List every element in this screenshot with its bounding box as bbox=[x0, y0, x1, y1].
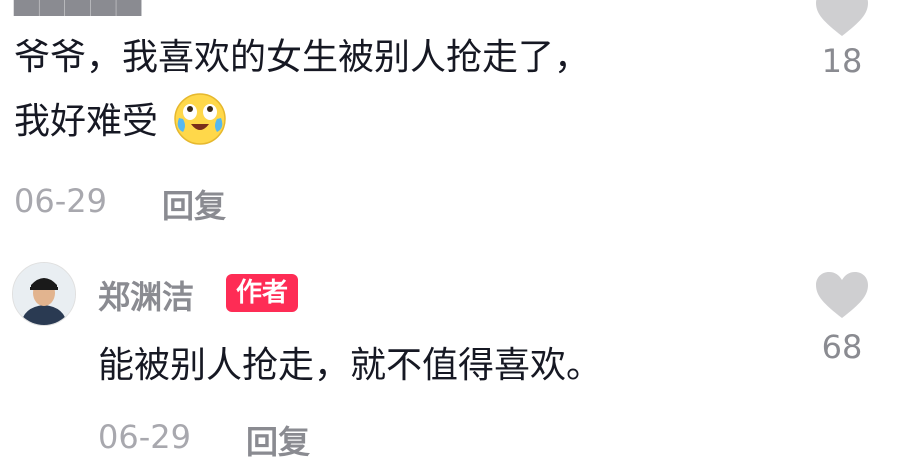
reply-button[interactable]: 回复 bbox=[162, 181, 226, 227]
comment-text-line2-label: 我好难受 bbox=[14, 101, 159, 142]
heart-icon bbox=[814, 270, 870, 320]
author-avatar[interactable] bbox=[12, 262, 76, 326]
like-count: 18 bbox=[821, 42, 863, 80]
comment-item: 爷爷，我喜欢的女生被别人抢走了， 我好难受 06-29 回复 18 bbox=[0, 0, 912, 240]
comment-text-line1: 爷爷，我喜欢的女生被别人抢走了， bbox=[14, 37, 591, 78]
like-button[interactable]: 18 bbox=[802, 0, 882, 98]
reply-date: 06-29 bbox=[98, 418, 191, 456]
comment-date: 06-29 bbox=[14, 182, 107, 220]
heart-icon bbox=[814, 0, 870, 38]
crying-laughing-emoji-icon bbox=[173, 92, 227, 146]
like-count: 68 bbox=[821, 328, 863, 366]
reply-button[interactable]: 回复 bbox=[246, 417, 310, 463]
author-name[interactable]: 郑渊洁 bbox=[98, 272, 194, 318]
reply-item: 郑渊洁 作者 能被别人抢走，就不值得喜欢。 06-29 回复 68 bbox=[0, 250, 912, 462]
comment-text-line2: 我好难受 bbox=[14, 92, 227, 150]
reply-text: 能被别人抢走，就不值得喜欢。 bbox=[98, 345, 603, 386]
author-badge: 作者 bbox=[226, 274, 299, 312]
like-button[interactable]: 68 bbox=[802, 270, 882, 380]
